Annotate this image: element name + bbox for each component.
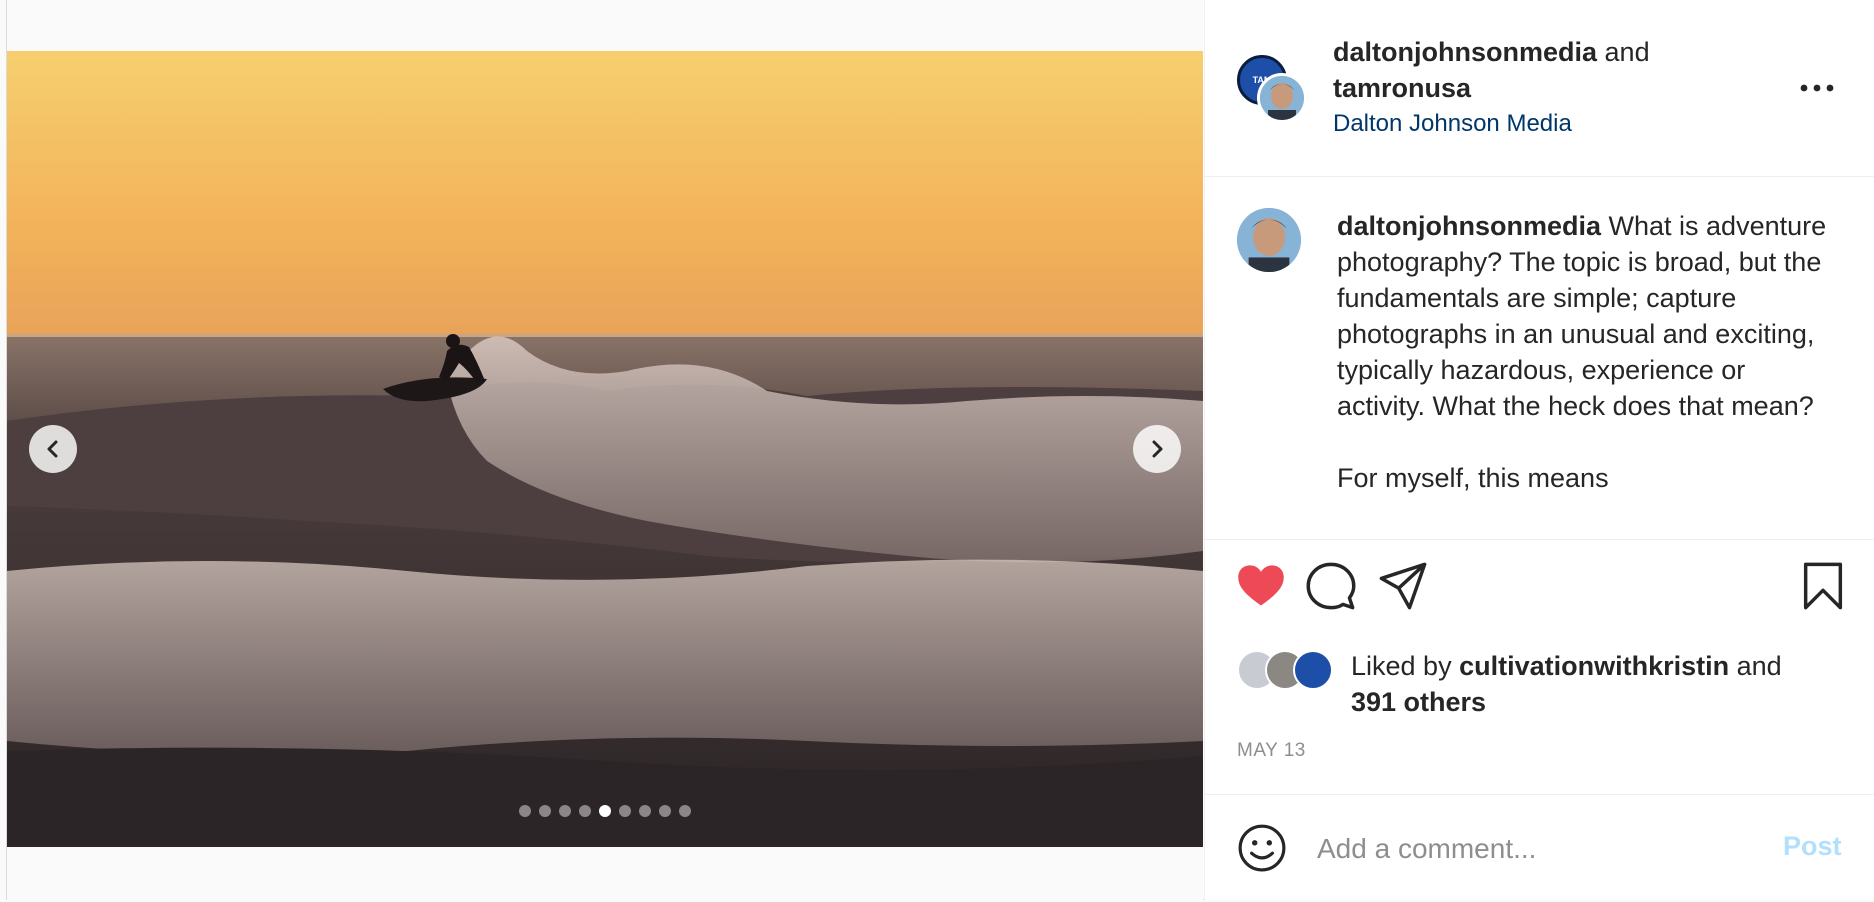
carousel-dot [619,805,631,817]
carousel-dot [679,805,691,817]
collaborator-username[interactable]: tamronusa [1333,73,1471,103]
caption-avatar[interactable] [1237,208,1301,272]
more-options-button[interactable] [1799,72,1835,93]
owner-avatar-image [1260,76,1304,120]
caption-area: daltonjohnsonmedia What is adventure pho… [1205,178,1874,540]
carousel-dot [659,805,671,817]
post-photo [7,51,1203,847]
carousel-dot [539,805,551,817]
heart-icon [1238,565,1284,606]
header-names: daltonjohnsonmedia and tamronusa [1333,34,1650,106]
post-date[interactable]: MAY 13 [1237,740,1306,762]
like-button[interactable] [1235,560,1291,616]
likes-prefix: Liked by [1351,651,1452,681]
liker-avatars[interactable] [1237,650,1337,692]
emoji-button[interactable] [1237,823,1287,873]
likes-joiner: and [1736,651,1782,681]
post-header: TAM daltonjohnsonmedia and tamronusa Dal… [1205,0,1874,177]
post-button[interactable]: Post [1783,831,1842,862]
comment-icon [1306,562,1356,610]
owner-avatar[interactable] [1257,73,1307,123]
comment-input[interactable] [1317,827,1747,871]
caption-avatar-image [1237,208,1301,272]
emoji-icon [1238,824,1286,872]
carousel-dot [579,805,591,817]
owner-username[interactable]: daltonjohnsonmedia [1333,37,1597,67]
first-liker-username[interactable]: cultivationwithkristin [1459,651,1729,681]
caption-username[interactable]: daltonjohnsonmedia [1337,211,1601,241]
likes-text: Liked by cultivationwithkristin and 391 … [1351,648,1782,720]
comment-button[interactable] [1305,560,1361,616]
likes-others-link[interactable]: 391 others [1351,687,1486,717]
carousel-dot-active [599,805,611,817]
more-options-icon [1800,84,1834,92]
surf-photo-image [7,51,1203,847]
share-button[interactable] [1377,560,1433,616]
chevron-left-icon [47,440,58,458]
bookmark-icon [1803,562,1843,610]
action-bar [1205,560,1874,630]
carousel-next-button[interactable] [1133,425,1181,473]
caption-body: What is adventure photography? The topic… [1337,211,1827,493]
header-joiner: and [1604,37,1650,67]
chevron-right-icon [1152,440,1163,458]
post-sidebar: TAM daltonjohnsonmedia and tamronusa Dal… [1204,0,1874,900]
collab-avatars[interactable]: TAM [1237,55,1309,125]
carousel-prev-button[interactable] [29,425,77,473]
carousel-dot [519,805,531,817]
header-subtitle[interactable]: Dalton Johnson Media [1333,110,1572,138]
liker-avatar [1293,650,1333,690]
send-icon [1379,562,1427,610]
carousel-dot [639,805,651,817]
save-button[interactable] [1797,560,1853,616]
carousel-dot [559,805,571,817]
comment-bar: Post [1205,794,1874,900]
caption-text: daltonjohnsonmedia What is adventure pho… [1337,208,1837,496]
carousel-dots [519,805,691,817]
